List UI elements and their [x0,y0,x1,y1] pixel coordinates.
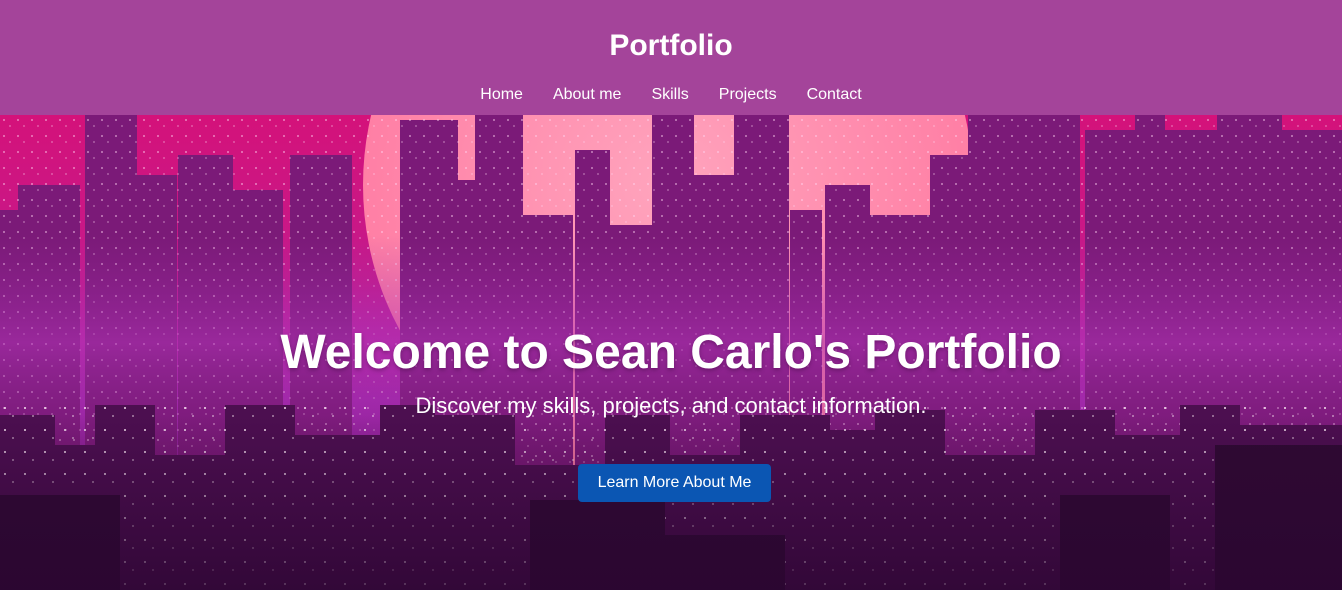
nav-link-skills[interactable]: Skills [651,85,688,105]
nav-link-about-me[interactable]: About me [553,85,621,105]
portfolio-page: Portfolio Home About me Skills Projects … [0,0,1342,590]
hero-content: Welcome to Sean Carlo's Portfolio Discov… [0,115,1342,590]
hero-section: Welcome to Sean Carlo's Portfolio Discov… [0,115,1342,590]
hero-title: Welcome to Sean Carlo's Portfolio [280,326,1062,379]
main-nav: Home About me Skills Projects Contact [0,85,1342,105]
nav-link-contact[interactable]: Contact [807,85,862,105]
site-header: Portfolio Home About me Skills Projects … [0,0,1342,115]
nav-link-home[interactable]: Home [480,85,523,105]
learn-more-button[interactable]: Learn More About Me [578,464,771,502]
site-title: Portfolio [609,29,733,62]
nav-link-projects[interactable]: Projects [719,85,777,105]
hero-subtitle: Discover my skills, projects, and contac… [415,393,927,418]
